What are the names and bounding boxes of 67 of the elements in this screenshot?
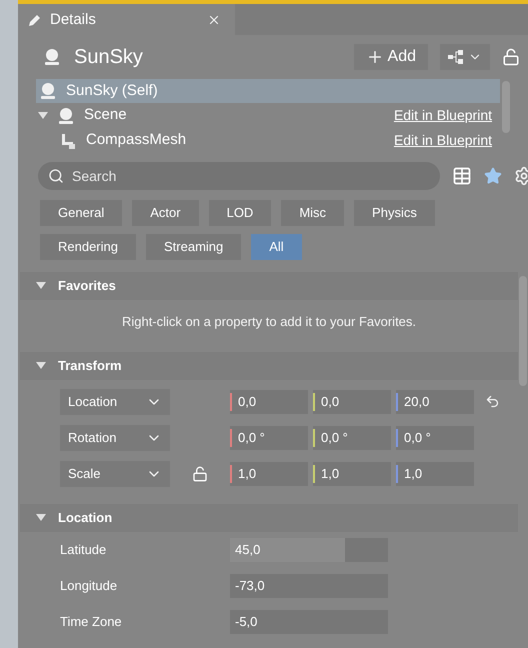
- transform-dropdown[interactable]: Location: [60, 388, 170, 415]
- number-field[interactable]: 0,0: [313, 390, 391, 414]
- number-field[interactable]: 1,0: [230, 462, 308, 486]
- property-label: Longitude: [60, 577, 118, 596]
- property-label: Time Zone: [60, 613, 123, 632]
- section-header[interactable]: Favorites: [20, 272, 518, 300]
- number-field[interactable]: 0,0 °: [230, 426, 308, 450]
- hierarchy-icon: [448, 50, 464, 64]
- number-field[interactable]: 20,0: [396, 390, 474, 414]
- star-icon[interactable]: [484, 167, 502, 186]
- actor-icon: [38, 80, 58, 101]
- favorites-hint: Right-click on a property to add it to your Favorites.: [122, 313, 416, 332]
- number-field[interactable]: 0,0 °: [396, 426, 474, 450]
- lock-open-icon[interactable]: [192, 466, 208, 482]
- component-name: Scene: [84, 105, 127, 126]
- search-icon: [48, 168, 64, 184]
- details-tab[interactable]: Details: [18, 4, 235, 36]
- transform-dropdown[interactable]: Scale: [60, 460, 170, 487]
- edit-blueprint-link[interactable]: Edit in Blueprint: [394, 105, 492, 126]
- transform-dropdown[interactable]: Rotation: [60, 424, 170, 451]
- category-filter[interactable]: Actor: [132, 200, 199, 226]
- expand-caret-icon[interactable]: [38, 112, 48, 120]
- field-value: -5,0: [234, 613, 258, 632]
- caret-icon[interactable]: [36, 282, 46, 290]
- section-header[interactable]: Location: [20, 504, 518, 532]
- number-field[interactable]: -73,0: [230, 574, 388, 598]
- table-icon[interactable]: [452, 166, 472, 186]
- number-field[interactable]: 1,0: [396, 462, 474, 486]
- property-label: Latitude: [60, 541, 108, 560]
- section-title: Transform: [58, 357, 122, 376]
- field-value: -73,0: [234, 577, 265, 596]
- number-field[interactable]: 0,0 °: [313, 426, 391, 450]
- actor-icon: [42, 47, 62, 67]
- scrollbar-thumb[interactable]: [519, 276, 527, 386]
- tab-title: Details: [50, 10, 96, 30]
- field-value: 45,0: [234, 541, 260, 560]
- category-filter[interactable]: General: [40, 200, 122, 226]
- caret-icon[interactable]: [36, 514, 46, 522]
- reset-icon[interactable]: [484, 394, 500, 410]
- category-filter[interactable]: LOD: [208, 200, 272, 226]
- category-filter[interactable]: Misc: [281, 200, 344, 226]
- number-field[interactable]: 1,0: [313, 462, 391, 486]
- lock-open-icon[interactable]: [502, 48, 520, 66]
- section-header[interactable]: Transform: [20, 352, 518, 380]
- component-row[interactable]: CompassMesh Edit in Blueprint: [36, 128, 500, 153]
- category-filter[interactable]: Physics: [354, 200, 435, 226]
- pencil-icon: [28, 12, 42, 27]
- caret-icon[interactable]: [36, 362, 46, 370]
- component-row[interactable]: SunSky (Self): [36, 78, 500, 104]
- section-title: Favorites: [58, 277, 116, 296]
- number-field[interactable]: -5,0: [230, 610, 388, 634]
- category-filter[interactable]: Streaming: [146, 234, 242, 260]
- number-field[interactable]: 45,0: [230, 538, 388, 562]
- number-field[interactable]: 0,0: [230, 390, 308, 414]
- component-name: CompassMesh: [86, 130, 186, 150]
- actor-name: SunSky: [74, 45, 143, 70]
- component-row[interactable]: Scene Edit in Blueprint: [36, 103, 500, 128]
- add-button[interactable]: Add: [354, 44, 428, 70]
- category-filter[interactable]: All: [251, 234, 302, 260]
- search-field[interactable]: Search: [38, 162, 440, 190]
- actor-icon: [56, 106, 76, 126]
- edit-blueprint-link[interactable]: Edit in Blueprint: [394, 130, 492, 151]
- category-filter[interactable]: Rendering: [40, 234, 136, 260]
- blueprint-menu-button[interactable]: [440, 44, 490, 70]
- section-title: Location: [58, 509, 112, 528]
- component-name: SunSky (Self): [66, 80, 158, 101]
- settings-icon[interactable]: [514, 166, 528, 186]
